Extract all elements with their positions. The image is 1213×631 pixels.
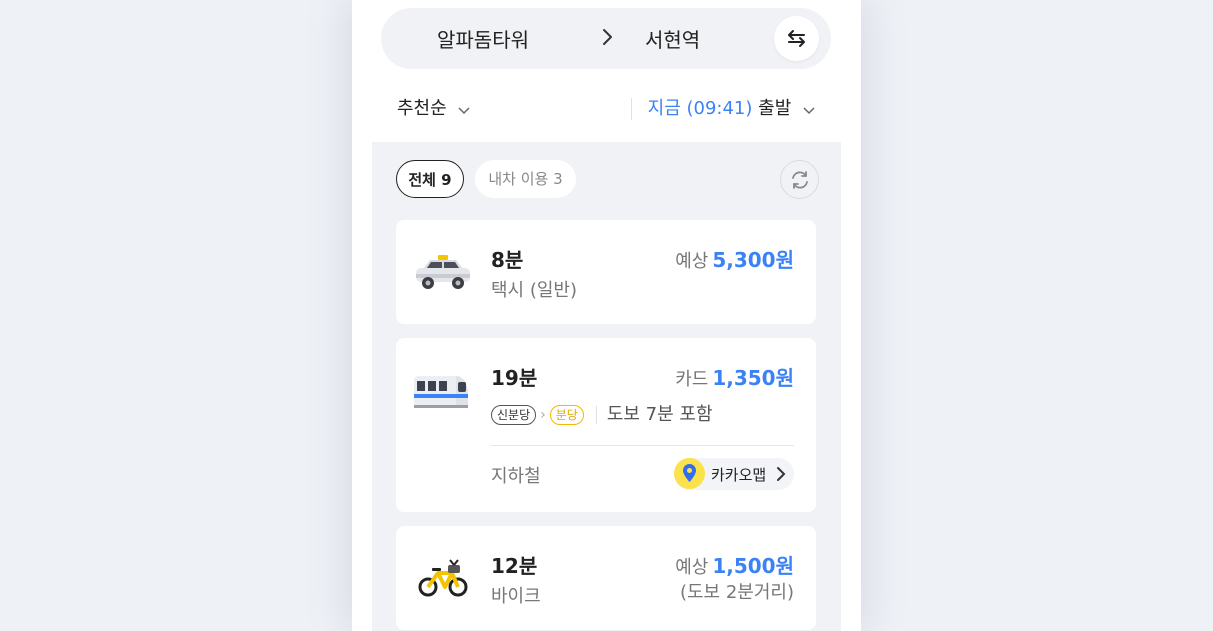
map-pin-icon (674, 458, 705, 489)
bike-icon (418, 556, 468, 602)
duration: 12분 (491, 554, 538, 578)
fare-amount: 1,500원 (712, 554, 794, 578)
duration: 8분 (491, 248, 524, 272)
fare-prefix: 예상 (675, 557, 709, 578)
fare: 카드 1,350원 (675, 362, 794, 391)
app-screen: 알파돔타워 서현역 추천순 지금 (09:41) 출발 전체 9 내차 이용 3 (352, 0, 861, 631)
divider (595, 406, 597, 424)
origin-label[interactable]: 알파돔타워 (437, 24, 529, 53)
chevron-down-icon (803, 99, 815, 120)
taxi-icon (414, 254, 472, 296)
chevron-right-icon (595, 22, 619, 52)
transfer-summary: 신분당 › 분당 도보 7분 포함 (491, 400, 713, 426)
station-badge-end: 분당 (549, 405, 584, 425)
station-badge-start: 신분당 (491, 405, 537, 425)
departure-time-dropdown[interactable]: 지금 (09:41) 출발 (630, 94, 815, 120)
divider (630, 98, 632, 120)
fare: 예상 5,300원 (675, 244, 794, 273)
duration: 19분 (491, 366, 538, 390)
fare-amount: 1,350원 (712, 366, 794, 390)
destination-label[interactable]: 서현역 (645, 24, 700, 53)
divider (491, 445, 794, 446)
swap-button[interactable] (774, 16, 819, 61)
fare-note: (도보 2분거리) (679, 582, 794, 603)
chevron-right-icon (776, 466, 786, 486)
fare-amount: 5,300원 (712, 248, 794, 272)
filter-chip-own-car[interactable]: 내차 이용 3 (475, 160, 576, 198)
transport-type: 바이크 (491, 586, 541, 607)
route-card-taxi[interactable]: 8분 택시 (일반) 예상 5,300원 (396, 220, 816, 324)
fare-prefix: 카드 (675, 369, 709, 390)
departure-time: 지금 (09:41) (647, 98, 753, 119)
fare-prefix: 예상 (675, 251, 709, 272)
sort-label: 추천순 (397, 98, 447, 119)
subway-icon (412, 372, 470, 416)
transport-type: 지하철 (491, 466, 541, 487)
route-card-subway[interactable]: 19분 카드 1,350원 신분당 › 분당 도보 7분 포함 지하철 카카오맵 (396, 338, 816, 512)
swap-icon (788, 30, 805, 47)
refresh-button[interactable] (780, 160, 819, 199)
route-bar[interactable]: 알파돔타워 서현역 (381, 8, 831, 69)
filter-chip-all[interactable]: 전체 9 (396, 160, 464, 198)
refresh-icon (792, 171, 808, 189)
walk-info: 도보 7분 포함 (606, 404, 713, 425)
chevron-right-icon: › (540, 407, 546, 423)
chevron-down-icon (458, 99, 470, 120)
fare: 예상 1,500원 (675, 550, 794, 579)
results-list: 전체 9 내차 이용 3 8분 택시 (일반) 예상 5,300원 19분 카드… (372, 142, 841, 631)
kakaomap-link[interactable]: 카카오맵 (674, 458, 794, 490)
kakaomap-label: 카카오맵 (711, 466, 767, 484)
transport-type: 택시 (일반) (491, 280, 578, 301)
route-card-bike[interactable]: 12분 바이크 예상 1,500원 (도보 2분거리) (396, 526, 816, 630)
sort-dropdown[interactable]: 추천순 (397, 94, 470, 120)
departure-label: 출발 (758, 98, 792, 119)
